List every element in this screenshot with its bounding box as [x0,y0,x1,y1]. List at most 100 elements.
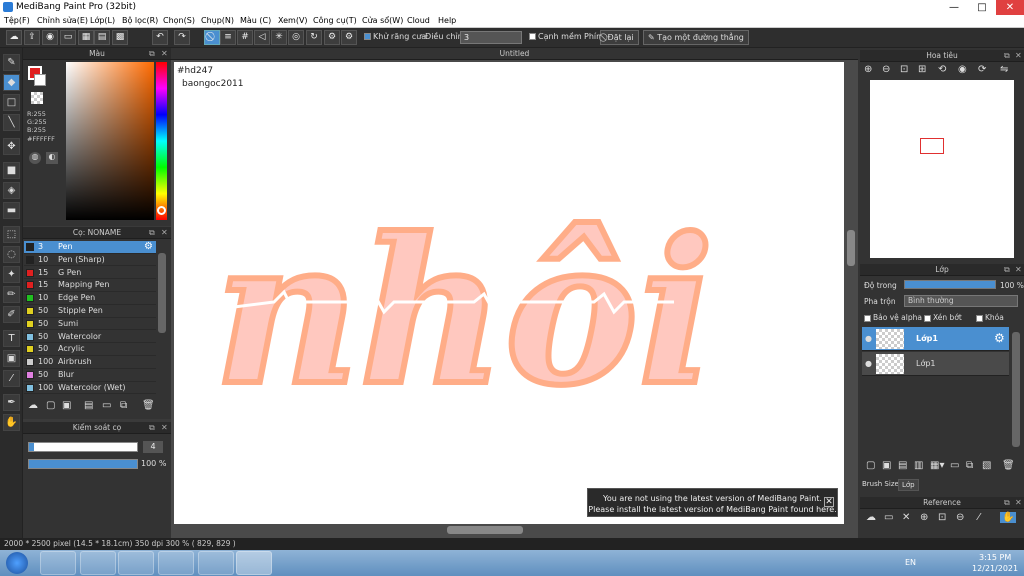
line-tool-icon[interactable]: ╲ [3,114,20,131]
antialias-checkbox[interactable] [364,33,371,40]
copy-brush-icon[interactable]: ⧉ [120,400,127,411]
settings-icon[interactable]: ⚙ [341,30,357,45]
start-button[interactable] [6,552,28,574]
grid-icon[interactable]: ▦ [78,30,94,45]
clip-checkbox[interactable] [924,314,931,322]
drawing-canvas[interactable]: #hd247 baongoc2011 nhôi [174,62,844,524]
brush-item[interactable]: 50 Stipple Pen [24,305,156,318]
fill-tool-icon[interactable]: ◈ [3,182,20,199]
divide-tool-icon[interactable]: ▣ [3,350,20,367]
adjust-select[interactable]: 3 [460,31,522,44]
brush-item[interactable]: 50 Sumi [24,318,156,331]
ie-icon[interactable] [80,551,116,575]
palette-icon[interactable]: ◍ [29,152,41,164]
brush-item[interactable]: 15 G Pen [24,267,156,280]
zoom-in-icon[interactable]: ⊕ [920,512,928,523]
expand-icon[interactable]: ⧉ [1004,264,1010,276]
close-icon[interactable]: ✕ [161,48,168,60]
navigator-viewport[interactable] [920,138,944,154]
no-snap-icon[interactable]: ⃠ [204,30,220,45]
pen-tool-icon[interactable]: ✒ [3,394,20,411]
menu-color[interactable]: Màu (C) [240,16,271,25]
zoom-out-icon[interactable]: ⊖ [956,512,964,523]
menu-tools[interactable]: Công cụ(T) [313,16,357,25]
eyedrop-icon[interactable]: ◐ [46,152,58,164]
select-eraser-tool-icon[interactable]: ✐ [3,306,20,323]
soft-edge-checkbox[interactable] [529,33,536,40]
cloud-icon[interactable]: ☁ [6,30,22,45]
new-1bit-layer-icon[interactable]: ▥ [914,460,923,471]
navigator-preview[interactable] [870,80,1014,258]
layer-row[interactable]: ● Lớp1 ⚙ [862,327,1009,351]
cloud-brush-icon[interactable]: ☁ [28,400,38,411]
brush-list-scrollbar[interactable] [158,253,166,333]
close-icon[interactable]: ✕ [1015,50,1022,62]
eye-icon[interactable]: ◉ [42,30,58,45]
brush-item[interactable]: 100 Watercolor (Wet) [24,382,156,395]
layer-settings-icon[interactable]: ⚙ [994,331,1005,345]
lock-option[interactable]: Khóa [976,313,1004,322]
brush-opacity-slider[interactable] [28,459,138,469]
menu-help[interactable]: Help [438,16,456,25]
new-halftone-layer-icon[interactable]: ▣ [882,460,891,471]
reset-button[interactable]: ⃠ Đặt lại [600,30,639,45]
minimize-button[interactable]: — [940,0,968,15]
brush-item[interactable]: 10 Pen (Sharp) [24,254,156,267]
close-button[interactable]: ✕ [996,0,1024,15]
flip-icon[interactable]: ⇋ [1000,64,1008,75]
straight-line-button[interactable]: ✎ Tạo một đường thẳng [643,30,749,45]
clock-time[interactable]: 3:15 PM [979,553,1011,562]
notice-close-icon[interactable]: ✕ [824,497,834,507]
zoom-in-icon[interactable]: ⊕ [864,64,872,75]
eyedropper-tool-icon[interactable]: ⁄ [3,370,20,387]
hand-icon[interactable]: ✋ [1000,512,1017,523]
menu-layer[interactable]: Lớp(L) [90,16,115,25]
antialias-option[interactable]: Khử răng cưa [364,32,426,41]
menu-cloud[interactable]: Cloud [407,16,430,25]
rotate-reset-icon[interactable]: ◉ [958,64,967,75]
redo-icon[interactable]: ↷ [174,30,190,45]
grid-snap-icon[interactable]: # [237,30,253,45]
layer-opacity-slider[interactable] [904,280,996,289]
merge-layer-icon[interactable]: ▧ [982,460,991,471]
duplicate-layer-icon[interactable]: ⧉ [966,460,973,471]
shape-tool-icon[interactable]: ■ [3,162,20,179]
background-color-swatch[interactable] [34,74,46,86]
expand-icon[interactable]: ⧉ [149,422,155,434]
fit-icon[interactable]: ⊡ [900,64,908,75]
eyedropper-icon[interactable]: ⁄ [978,512,980,523]
layer-row[interactable]: ● Lớp1 [862,352,1009,376]
protect-alpha-option[interactable]: Bảo vệ alpha [864,313,922,322]
select-tool-icon[interactable]: ⬚ [3,226,20,243]
menu-filter[interactable]: Bộ lọc(R) [122,16,158,25]
layer-list-scrollbar[interactable] [1012,332,1020,447]
circle-snap-icon[interactable]: ◎ [288,30,304,45]
canvas-tab[interactable]: Untitled [171,48,858,60]
blend-mode-select[interactable]: Bình thường [904,295,1018,307]
page-icon[interactable]: ▤ [94,30,110,45]
transparent-swatch[interactable] [31,92,43,104]
dot-tool-icon[interactable]: □ [3,94,20,111]
clip-option[interactable]: Xén bớt [924,313,962,322]
clock-date[interactable]: 12/21/2021 [972,564,1018,573]
close-icon[interactable]: ✕ [161,422,168,434]
menu-view[interactable]: Xem(V) [278,16,308,25]
brush-item[interactable]: 10 Edge Pen [24,292,156,305]
move-tool-icon[interactable]: ✥ [3,138,20,155]
brush-settings-icon[interactable]: ▤ [84,400,93,411]
menu-select[interactable]: Chọn(S) [163,16,195,25]
lasso-tool-icon[interactable]: ◌ [3,246,20,263]
rotate-right-icon[interactable]: ⟳ [978,64,986,75]
magic-wand-tool-icon[interactable]: ✦ [3,266,20,283]
hand-tool-icon[interactable]: ✋ [3,414,20,431]
close-icon[interactable]: ✕ [1015,264,1022,276]
layer-folder-icon[interactable]: ▭ [950,460,959,471]
add-brush-icon[interactable]: ▣ [62,400,71,411]
expand-icon[interactable]: ⧉ [1004,497,1010,509]
canvas-vertical-scrollbar[interactable] [847,230,855,266]
update-notice[interactable]: You are not using the latest version of … [587,488,838,517]
rotate-left-icon[interactable]: ⟲ [938,64,946,75]
cloud-upload-icon[interactable]: ☁ [866,512,876,523]
brush-tool-icon[interactable]: ✎ [3,54,20,71]
brush-settings-gear-icon[interactable]: ⚙ [144,241,153,253]
